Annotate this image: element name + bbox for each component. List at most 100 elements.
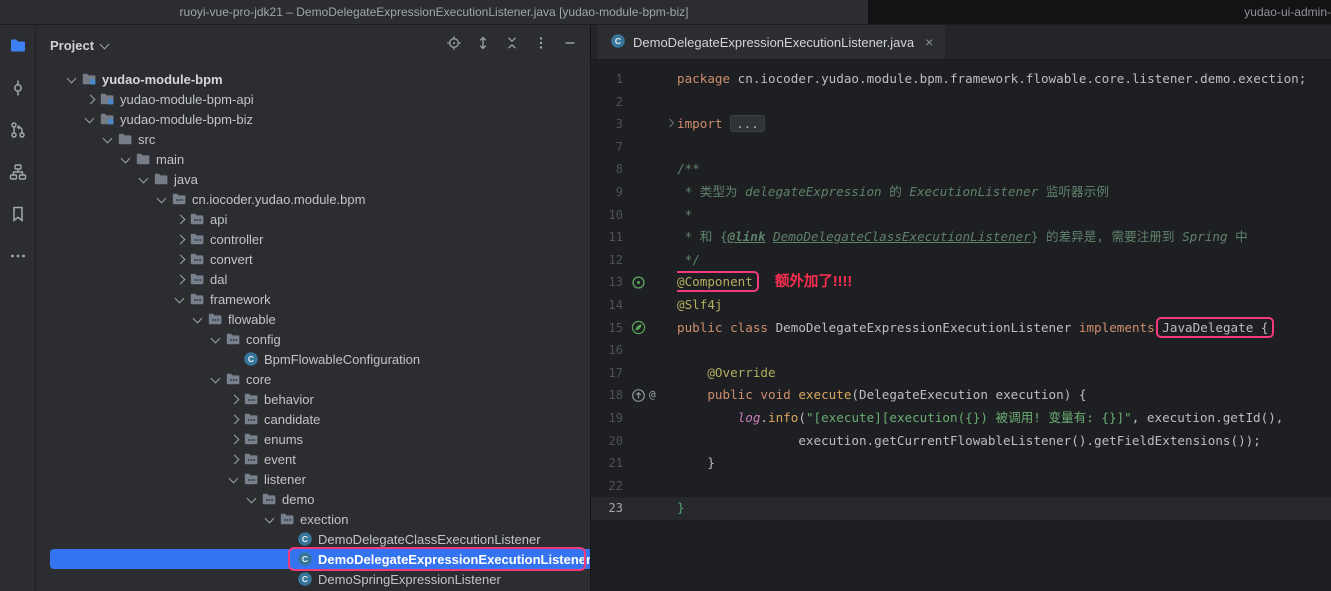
code-line[interactable]: 19 log.info("[execute][execution({}) 被调用… xyxy=(591,407,1331,430)
tree-row[interactable]: framework xyxy=(36,289,590,309)
chevron-down-icon[interactable] xyxy=(244,491,260,507)
more-button[interactable] xyxy=(533,37,549,53)
tree-row[interactable]: exection xyxy=(36,509,590,529)
tree-row[interactable]: CDemoDelegateClassExecutionListener xyxy=(36,529,590,549)
chevron-down-icon[interactable] xyxy=(226,471,242,487)
code-line-current[interactable]: 23} xyxy=(591,497,1331,520)
tree-row[interactable]: flowable xyxy=(36,309,590,329)
collapse-all-button[interactable] xyxy=(504,37,520,53)
code-editor[interactable]: 1package cn.iocoder.yudao.module.bpm.fra… xyxy=(591,60,1331,591)
chevron-down-icon[interactable] xyxy=(154,191,170,207)
activity-pull-requests-button[interactable] xyxy=(4,118,32,146)
code-line[interactable]: 11 * 和 {@link DemoDelegateClassExecution… xyxy=(591,226,1331,249)
code-line[interactable]: 12 */ xyxy=(591,249,1331,272)
project-view-selector[interactable]: Project xyxy=(50,38,110,53)
activity-commit-button[interactable] xyxy=(4,76,32,104)
chevron-right-icon[interactable] xyxy=(226,431,242,447)
chevron-right-icon[interactable] xyxy=(172,231,188,247)
tree-row[interactable]: listener xyxy=(36,469,590,489)
code-token: . xyxy=(760,410,768,425)
chevron-right-icon[interactable] xyxy=(172,271,188,287)
tree-row[interactable]: candidate xyxy=(36,409,590,429)
chevron-right-icon[interactable] xyxy=(226,451,242,467)
tree-row[interactable]: cn.iocoder.yudao.module.bpm xyxy=(36,189,590,209)
editor-tab[interactable]: C DemoDelegateExpressionExecutionListene… xyxy=(598,25,945,59)
chevron-down-icon[interactable] xyxy=(100,131,116,147)
line-number: 10 xyxy=(591,204,623,227)
chevron-down-icon[interactable] xyxy=(64,71,80,87)
tree-row[interactable]: core xyxy=(36,369,590,389)
tree-row[interactable]: convert xyxy=(36,249,590,269)
hide-button[interactable] xyxy=(562,37,578,53)
code-text: @Override xyxy=(677,362,1331,385)
code-line[interactable]: 22 xyxy=(591,475,1331,498)
code-line[interactable]: 7 xyxy=(591,136,1331,159)
folder-icon xyxy=(152,171,170,187)
chevron-down-icon[interactable] xyxy=(262,511,278,527)
code-line[interactable]: 2 xyxy=(591,91,1331,114)
activity-project-button[interactable] xyxy=(4,34,32,62)
tree-row[interactable]: yudao-module-bpm xyxy=(36,69,590,89)
expand-button[interactable] xyxy=(475,37,491,53)
background-window-titlebar[interactable]: yudao-ui-admin- xyxy=(868,0,1331,24)
line-number: 9 xyxy=(591,181,623,204)
chevron-right-icon[interactable] xyxy=(226,411,242,427)
tree-row[interactable]: java xyxy=(36,169,590,189)
code-line[interactable]: 13@Component额外加了!!!! xyxy=(591,271,1331,294)
code-line[interactable]: 20 execution.getCurrentFlowableListener(… xyxy=(591,430,1331,453)
tree-row[interactable]: enums xyxy=(36,429,590,449)
tree-row[interactable]: config xyxy=(36,329,590,349)
chevron-right-icon[interactable] xyxy=(172,211,188,227)
tree-item-label: DemoSpringExpressionListener xyxy=(318,572,501,587)
code-line[interactable]: 1package cn.iocoder.yudao.module.bpm.fra… xyxy=(591,68,1331,91)
tree-row[interactable]: api xyxy=(36,209,590,229)
structure-icon xyxy=(8,162,28,187)
tree-row[interactable]: yudao-module-bpm-api xyxy=(36,89,590,109)
chevron-down-icon[interactable] xyxy=(190,311,206,327)
tree-row[interactable]: event xyxy=(36,449,590,469)
annotation-at-icon[interactable]: @ xyxy=(649,384,656,407)
tree-row[interactable]: controller xyxy=(36,229,590,249)
chevron-down-icon[interactable] xyxy=(208,371,224,387)
code-line[interactable]: 14@Slf4j xyxy=(591,294,1331,317)
tree-row[interactable]: CBpmFlowableConfiguration xyxy=(36,349,590,369)
chevron-down-icon[interactable] xyxy=(82,111,98,127)
override-icon[interactable] xyxy=(631,388,646,403)
tree-row[interactable]: src xyxy=(36,129,590,149)
chevron-down-icon[interactable] xyxy=(136,171,152,187)
window-titlebar[interactable]: ruoyi-vue-pro-jdk21 – DemoDelegateExpres… xyxy=(0,0,868,24)
chevron-right-icon[interactable] xyxy=(82,91,98,107)
tree-item-label: event xyxy=(264,452,296,467)
spring-leaf-icon[interactable] xyxy=(631,320,646,335)
code-line[interactable]: 15public class DemoDelegateExpressionExe… xyxy=(591,317,1331,340)
chevron-right-icon[interactable] xyxy=(226,391,242,407)
svg-text:C: C xyxy=(302,534,308,544)
close-icon[interactable]: × xyxy=(925,34,933,50)
activity-structure-button[interactable] xyxy=(4,160,32,188)
code-line[interactable]: 10 * xyxy=(591,204,1331,227)
editor-area: C DemoDelegateExpressionExecutionListene… xyxy=(590,25,1331,591)
spring-bean-icon[interactable] xyxy=(631,275,646,290)
chevron-down-icon[interactable] xyxy=(118,151,134,167)
tree-row[interactable]: main xyxy=(36,149,590,169)
code-line[interactable]: 18@ public void execute(DelegateExecutio… xyxy=(591,384,1331,407)
tree-row[interactable]: dal xyxy=(36,269,590,289)
chevron-right-icon[interactable] xyxy=(172,251,188,267)
tree-row[interactable]: yudao-module-bpm-biz xyxy=(36,109,590,129)
code-line[interactable]: 17 @Override xyxy=(591,362,1331,385)
code-line[interactable]: 21 } xyxy=(591,452,1331,475)
code-line[interactable]: 16 xyxy=(591,339,1331,362)
tree-row[interactable]: behavior xyxy=(36,389,590,409)
fold-arrow-icon[interactable] xyxy=(666,119,674,127)
code-line[interactable]: 8/** xyxy=(591,158,1331,181)
chevron-down-icon[interactable] xyxy=(172,291,188,307)
tree-row[interactable]: demo xyxy=(36,489,590,509)
tree-row[interactable]: CDemoSpringExpressionListener xyxy=(36,569,590,589)
code-line[interactable]: 3import ... xyxy=(591,113,1331,136)
tree-row[interactable]: CDemoDelegateExpressionExecutionListener xyxy=(36,549,590,569)
code-line[interactable]: 9 * 类型为 delegateExpression 的 ExecutionLi… xyxy=(591,181,1331,204)
activity-bookmarks-button[interactable] xyxy=(4,202,32,230)
chevron-down-icon[interactable] xyxy=(208,331,224,347)
activity-more-button[interactable] xyxy=(4,244,32,272)
locate-button[interactable] xyxy=(446,37,462,53)
